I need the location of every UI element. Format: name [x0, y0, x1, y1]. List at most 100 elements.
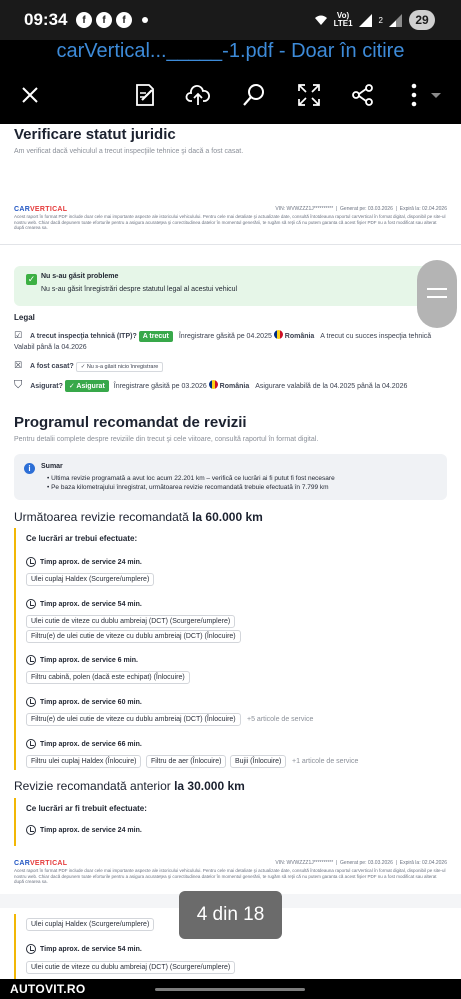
fullscreen-button[interactable]: [294, 80, 324, 110]
close-button[interactable]: [15, 80, 45, 110]
service-time: Timp aprox. de service 24 min.: [26, 557, 142, 567]
share-button[interactable]: [348, 80, 378, 110]
legal-heading: Legal: [14, 313, 35, 322]
section-title: Verificare statut juridic: [14, 126, 176, 143]
service-item: Filtru ulei cuplaj Haldex (Înlocuire): [26, 755, 142, 768]
footer-disclaimer: Acest raport în format PDF include doar …: [14, 868, 446, 884]
status-bar: 09:34 f f f Vo) LTE1 2 29: [0, 0, 461, 40]
romania-flag-icon: [273, 330, 283, 339]
navigation-bar: AUTOVIT.RO: [0, 979, 461, 999]
insurance-label: Asigurat?: [30, 383, 63, 390]
more-icon: [411, 83, 441, 107]
home-indicator[interactable]: [155, 988, 305, 991]
fullscreen-icon: [298, 84, 320, 106]
network-indicator: Vo) LTE1: [333, 11, 353, 28]
scroll-handle[interactable]: [417, 260, 457, 328]
clock-icon: [26, 825, 36, 835]
service-item: Ulei cuplaj Haldex (Scurgere/umplere): [26, 918, 155, 931]
messenger-icon: f: [96, 12, 112, 28]
itp-status-badge: A trecut: [138, 331, 173, 342]
section-subtitle: Am verificat dacă vehiculul a trecut ins…: [14, 148, 244, 155]
scrap-status-badge: ✓ Nu s-a găsit nicio înregistrare: [75, 362, 164, 372]
search-icon: [243, 84, 264, 106]
service-time: Timp aprox. de service 6 min.: [26, 655, 138, 665]
service-subtitle: Pentru detalii complete despre reviziile…: [14, 436, 319, 443]
service-item: Ulei cuplaj Haldex (Scurgere/umplere): [26, 573, 155, 586]
info-icon: i: [24, 463, 35, 474]
footer-meta: VIN: WVWZZZ1J********** | Generat pe: 03…: [275, 860, 447, 866]
app-header: carVertical..._____-1.pdf - Doar în citi…: [0, 40, 461, 124]
more-service-items: +5 articole de service: [247, 716, 314, 723]
autovit-watermark: AUTOVIT.RO: [10, 982, 86, 996]
report-footer: CARVERTICAL VIN: WVWZZZ1J********** | Ge…: [14, 206, 447, 236]
summary-item: • Ultima revizie programată a avut loc a…: [47, 475, 335, 482]
check-icon: ✓: [26, 274, 37, 285]
wifi-icon: [314, 15, 327, 25]
page-divider: [0, 244, 461, 245]
report-footer: CARVERTICAL VIN: WVWZZZ1J********** | Ge…: [14, 860, 447, 890]
search-button[interactable]: [239, 80, 269, 110]
clock-icon: [26, 557, 36, 567]
romania-flag-icon: [208, 380, 218, 389]
more-options-button[interactable]: [405, 80, 445, 110]
clock-icon: [26, 739, 36, 749]
prev-service-card: Ce lucrări ar fi trebuit efectuate: Timp…: [14, 798, 447, 846]
pdf-page[interactable]: Verificare statut juridic Am verificat d…: [0, 124, 461, 979]
clock-icon: [26, 697, 36, 707]
upload-button[interactable]: [183, 80, 213, 110]
service-title: Programul recomandat de revizii: [14, 414, 247, 431]
service-item: Bujii (Înlocuire): [230, 755, 287, 768]
page-indicator: 4 din 18: [179, 891, 282, 939]
service-item: Filtru de aer (Înlocuire): [146, 755, 227, 768]
work-title: Ce lucrări ar trebui efectuate:: [26, 534, 138, 543]
service-item: Filtru(e) de ulei cutie de viteze cu dub…: [26, 630, 241, 643]
itp-row: ☑ A trecut inspecţia tehnică (ITP)? A tr…: [14, 330, 447, 342]
signal-icon: [389, 13, 402, 27]
service-item: Ulei cutie de viteze cu dublu ambreiaj (…: [26, 615, 236, 628]
sim-number: 2: [378, 15, 383, 25]
summary-box: i Sumar • Ultima revizie programată a av…: [14, 454, 447, 500]
scrap-row: ☒ A fost casat? ✓ Nu s-a găsit nicio înr…: [14, 360, 447, 372]
insurance-country: România: [219, 383, 250, 390]
facebook-icon: f: [76, 12, 92, 28]
summary-title: Sumar: [41, 463, 63, 470]
shield-check-icon: ⛉: [14, 379, 23, 391]
insurance-row: ⛉ Asigurat? ✓ Asigurat Înregistrare găsi…: [14, 379, 447, 392]
clock-icon: [26, 599, 36, 609]
service-time: Timp aprox. de service 24 min.: [26, 825, 142, 835]
cloud-upload-icon: [185, 85, 210, 105]
service-time: Timp aprox. de service 54 min.: [26, 944, 142, 954]
footer-disclaimer: Acest raport în format PDF include doar …: [14, 214, 446, 230]
service-item: Filtru(e) de ulei cutie de viteze cu dub…: [26, 713, 241, 726]
notification-icons: f f f: [76, 12, 148, 28]
footer-meta: VIN: WVWZZZ1J********** | Generat pe: 03…: [275, 206, 447, 212]
signal-icon: [358, 13, 372, 27]
itp-icon: ☑: [14, 330, 23, 340]
clock-icon: [26, 944, 36, 954]
itp-valid: Valabil până la 04.2026: [14, 344, 87, 351]
insurance-status-badge: ✓ Asigurat: [64, 380, 109, 392]
carvertical-logo: CARVERTICAL: [14, 206, 68, 213]
edit-icon: [136, 84, 154, 106]
more-notifications-dot-icon: [142, 17, 148, 23]
battery-level: 29: [409, 10, 435, 30]
service-item: Filtru cabină, polen (dacă este echipat)…: [26, 671, 190, 684]
scrap-label: A fost casat?: [30, 363, 74, 370]
system-status: Vo) LTE1 2 29: [314, 10, 435, 30]
share-icon: [352, 84, 373, 106]
clock-icon: [26, 655, 36, 665]
document-title: carVertical..._____-1.pdf - Doar în citi…: [56, 40, 405, 62]
clock-time: 09:34: [24, 10, 68, 29]
itp-country: România: [284, 333, 315, 340]
service-item: Ulei cutie de viteze cu dublu ambreiaj (…: [26, 961, 236, 974]
summary-item: • Pe baza kilometrajului înregistrat, ur…: [47, 484, 329, 491]
more-service-items: +1 articole de service: [292, 758, 359, 765]
edit-button[interactable]: [130, 80, 160, 110]
insurance-note: Asigurare valabilă de la 04.2025 până la…: [255, 383, 408, 390]
next-service-heading: Următoarea revizie recomandată la 60.000…: [14, 510, 263, 524]
success-title: Nu s-au găsit probleme: [41, 273, 119, 280]
service-time: Timp aprox. de service 54 min.: [26, 599, 142, 609]
service-time: Timp aprox. de service 66 min.: [26, 739, 142, 749]
prev-work-title: Ce lucrări ar fi trebuit efectuate:: [26, 804, 147, 813]
service-time: Timp aprox. de service 60 min.: [26, 697, 142, 707]
